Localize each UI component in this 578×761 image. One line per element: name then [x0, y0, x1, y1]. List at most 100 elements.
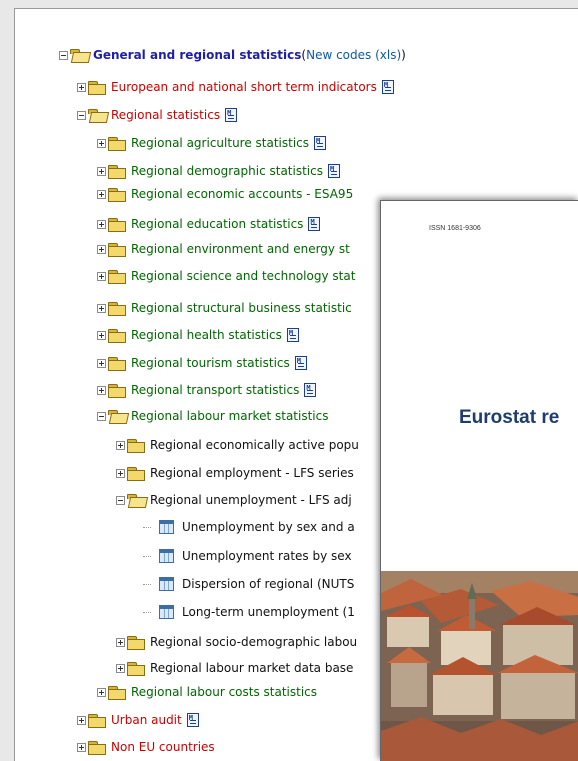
collapse-icon[interactable]	[97, 411, 106, 421]
tree-node-label[interactable]: Regional tourism statistics	[131, 356, 290, 370]
metadata-icon[interactable]	[186, 713, 199, 727]
tree-node-label[interactable]: Regional labour market statistics	[131, 409, 328, 423]
tree-node-label[interactable]: Regional science and technology stat	[131, 269, 355, 283]
tree-node-urban[interactable]: Urban audit	[77, 711, 199, 729]
folder-icon	[108, 136, 126, 151]
collapse-icon[interactable]	[77, 110, 86, 120]
expand-icon[interactable]	[97, 687, 106, 697]
tree-node-database[interactable]: Regional labour market data base	[116, 659, 353, 677]
tree-node-label[interactable]: Regional demographic statistics	[131, 164, 323, 178]
tree-node-agri[interactable]: Regional agriculture statistics	[97, 134, 327, 152]
tree-node-label[interactable]: Non EU countries	[111, 740, 215, 754]
tree-node-label[interactable]: Regional economic accounts - ESA95	[131, 187, 353, 201]
tree-node-label[interactable]: Regional employment - LFS series	[150, 466, 354, 480]
tree-node-label[interactable]: Regional statistics	[111, 108, 220, 122]
folder-icon	[88, 80, 106, 95]
tree-node-edu[interactable]: Regional education statistics	[97, 215, 321, 233]
folder-open-icon	[88, 108, 106, 122]
expand-icon[interactable]	[116, 663, 125, 673]
tree-node-sci[interactable]: Regional science and technology stat	[97, 267, 355, 285]
folder-icon	[108, 328, 126, 343]
folder-icon	[108, 242, 126, 257]
expand-icon[interactable]	[97, 244, 106, 254]
folder-icon	[108, 356, 126, 371]
tree-leaf-table[interactable]: Dispersion of regional (NUTS	[143, 575, 354, 593]
tree-node-label[interactable]: Urban audit	[111, 713, 182, 727]
tree-node-european[interactable]: European and national short term indicat…	[77, 78, 394, 96]
metadata-icon[interactable]	[225, 108, 238, 122]
metadata-icon[interactable]	[286, 328, 299, 342]
folder-icon	[127, 661, 145, 676]
expand-icon[interactable]	[97, 138, 106, 148]
expand-icon[interactable]	[116, 468, 125, 478]
metadata-icon[interactable]	[308, 217, 321, 231]
folder-icon	[127, 466, 145, 481]
tree-node-label[interactable]: Regional agriculture statistics	[131, 136, 309, 150]
tree-leaf-table[interactable]: Long-term unemployment (1	[143, 603, 355, 621]
tree-node-regional[interactable]: Regional statistics	[77, 106, 238, 124]
tree-node-health[interactable]: Regional health statistics	[97, 326, 299, 344]
tree-leaf-table[interactable]: Unemployment by sex and a	[143, 518, 355, 536]
tree-node-active[interactable]: Regional economically active popu	[116, 436, 359, 454]
tree-node-label[interactable]: Regional economically active popu	[150, 438, 359, 452]
tree-node-econ[interactable]: Regional economic accounts - ESA95	[97, 185, 353, 203]
expand-icon[interactable]	[97, 271, 106, 281]
tree-node-label[interactable]: Regional labour market data base	[150, 661, 353, 675]
folder-icon	[108, 187, 126, 202]
expand-icon[interactable]	[97, 219, 106, 229]
folder-icon	[108, 301, 126, 316]
tree-node-label[interactable]: Regional transport statistics	[131, 383, 299, 397]
expand-icon[interactable]	[97, 358, 106, 368]
metadata-icon[interactable]	[327, 164, 340, 178]
tree-node-label[interactable]: Dispersion of regional (NUTS	[182, 577, 354, 591]
publication-cover: ISSN 1681-9306 Eurostat re	[380, 200, 578, 761]
issn-text: ISSN 1681-9306	[429, 225, 481, 232]
tree-node-noneu[interactable]: Non EU countries	[77, 738, 215, 756]
tree-node-label[interactable]: Regional socio-demographic labou	[150, 635, 357, 649]
tree-node-label[interactable]: Regional education statistics	[131, 217, 303, 231]
tree-node-label[interactable]: Unemployment by sex and a	[182, 520, 355, 534]
tree-node-tourism[interactable]: Regional tourism statistics	[97, 354, 307, 372]
metadata-icon[interactable]	[381, 80, 394, 94]
metadata-icon[interactable]	[294, 356, 307, 370]
tree-node-label[interactable]: Unemployment rates by sex	[182, 549, 352, 563]
new-codes-link[interactable]: New codes (xls)	[306, 48, 401, 62]
tree-node-label[interactable]: General and regional statistics	[93, 48, 301, 62]
tree-leaf-table[interactable]: Unemployment rates by sex	[143, 547, 352, 565]
tree-node-label[interactable]: European and national short term indicat…	[111, 80, 377, 94]
metadata-icon[interactable]	[304, 383, 317, 397]
tree-node-label[interactable]: Long-term unemployment (1	[182, 605, 355, 619]
tree-node-label[interactable]: Regional labour costs statistics	[131, 685, 317, 699]
tree-node-label[interactable]: Regional structural business statistic	[131, 301, 352, 315]
tree-node-general[interactable]: General and regional statistics ( New co…	[59, 46, 406, 64]
expand-icon[interactable]	[116, 440, 125, 450]
tree-node-label[interactable]: Regional unemployment - LFS adj	[150, 493, 352, 507]
tree-node-transport[interactable]: Regional transport statistics	[97, 381, 317, 399]
tree-node-struct[interactable]: Regional structural business statistic	[97, 299, 352, 317]
tree-connector	[143, 555, 151, 557]
expand-icon[interactable]	[97, 303, 106, 313]
collapse-icon[interactable]	[59, 50, 68, 60]
expand-icon[interactable]	[77, 715, 86, 725]
tree-node-costs[interactable]: Regional labour costs statistics	[97, 683, 317, 701]
tree-node-env[interactable]: Regional environment and energy st	[97, 240, 350, 258]
folder-icon	[108, 685, 126, 700]
expand-icon[interactable]	[97, 330, 106, 340]
tree-node-demo[interactable]: Regional demographic statistics	[97, 162, 340, 180]
tree-node-unemployment[interactable]: Regional unemployment - LFS adj	[116, 491, 352, 509]
tree-node-socio[interactable]: Regional socio-demographic labou	[116, 633, 357, 651]
expand-icon[interactable]	[116, 637, 125, 647]
expand-icon[interactable]	[77, 82, 86, 92]
metadata-icon[interactable]	[314, 136, 327, 150]
expand-icon[interactable]	[97, 166, 106, 176]
tree-node-label[interactable]: Regional health statistics	[131, 328, 282, 342]
collapse-icon[interactable]	[116, 495, 125, 505]
folder-icon	[108, 269, 126, 284]
tree-node-employment[interactable]: Regional employment - LFS series	[116, 464, 354, 482]
expand-icon[interactable]	[97, 385, 106, 395]
tree-node-labour[interactable]: Regional labour market statistics	[97, 407, 328, 425]
tree-connector	[143, 583, 151, 585]
tree-node-label[interactable]: Regional environment and energy st	[131, 242, 350, 256]
expand-icon[interactable]	[77, 742, 86, 752]
expand-icon[interactable]	[97, 189, 106, 199]
